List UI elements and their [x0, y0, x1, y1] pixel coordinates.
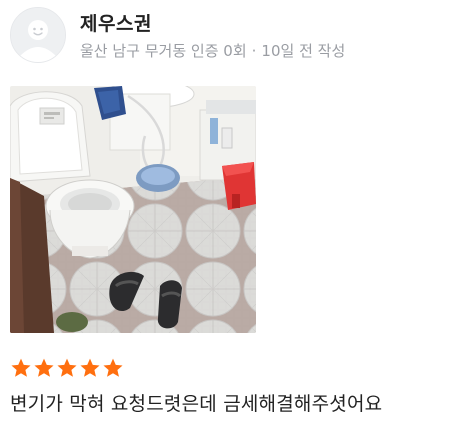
star-icon — [11, 358, 31, 377]
rating-stars — [10, 357, 124, 379]
star-icon — [34, 358, 54, 377]
meta-separator: · — [251, 42, 257, 60]
review-card: 제우스권 울산 남구 무거동 인증 0회 · 10일 전 작성 변기가 막혀 요… — [0, 0, 456, 426]
user-avatar[interactable] — [10, 7, 66, 63]
default-avatar-icon — [11, 8, 65, 62]
user-location: 울산 남구 무거동 — [80, 42, 187, 60]
star-icon — [103, 358, 123, 377]
review-meta: 울산 남구 무거동 인증 0회 · 10일 전 작성 — [80, 40, 345, 61]
certification-count: 인증 0회 — [190, 42, 247, 60]
review-text: 변기가 막혀 요청드렷은데 금세해결해주셧어요 — [10, 393, 383, 415]
bathroom-toilet-photo — [10, 86, 256, 333]
star-icon — [57, 358, 77, 377]
star-icon — [80, 358, 100, 377]
user-name[interactable]: 제우스권 — [80, 9, 152, 36]
review-time: 10일 전 작성 — [261, 42, 346, 60]
review-photo[interactable] — [10, 86, 256, 333]
